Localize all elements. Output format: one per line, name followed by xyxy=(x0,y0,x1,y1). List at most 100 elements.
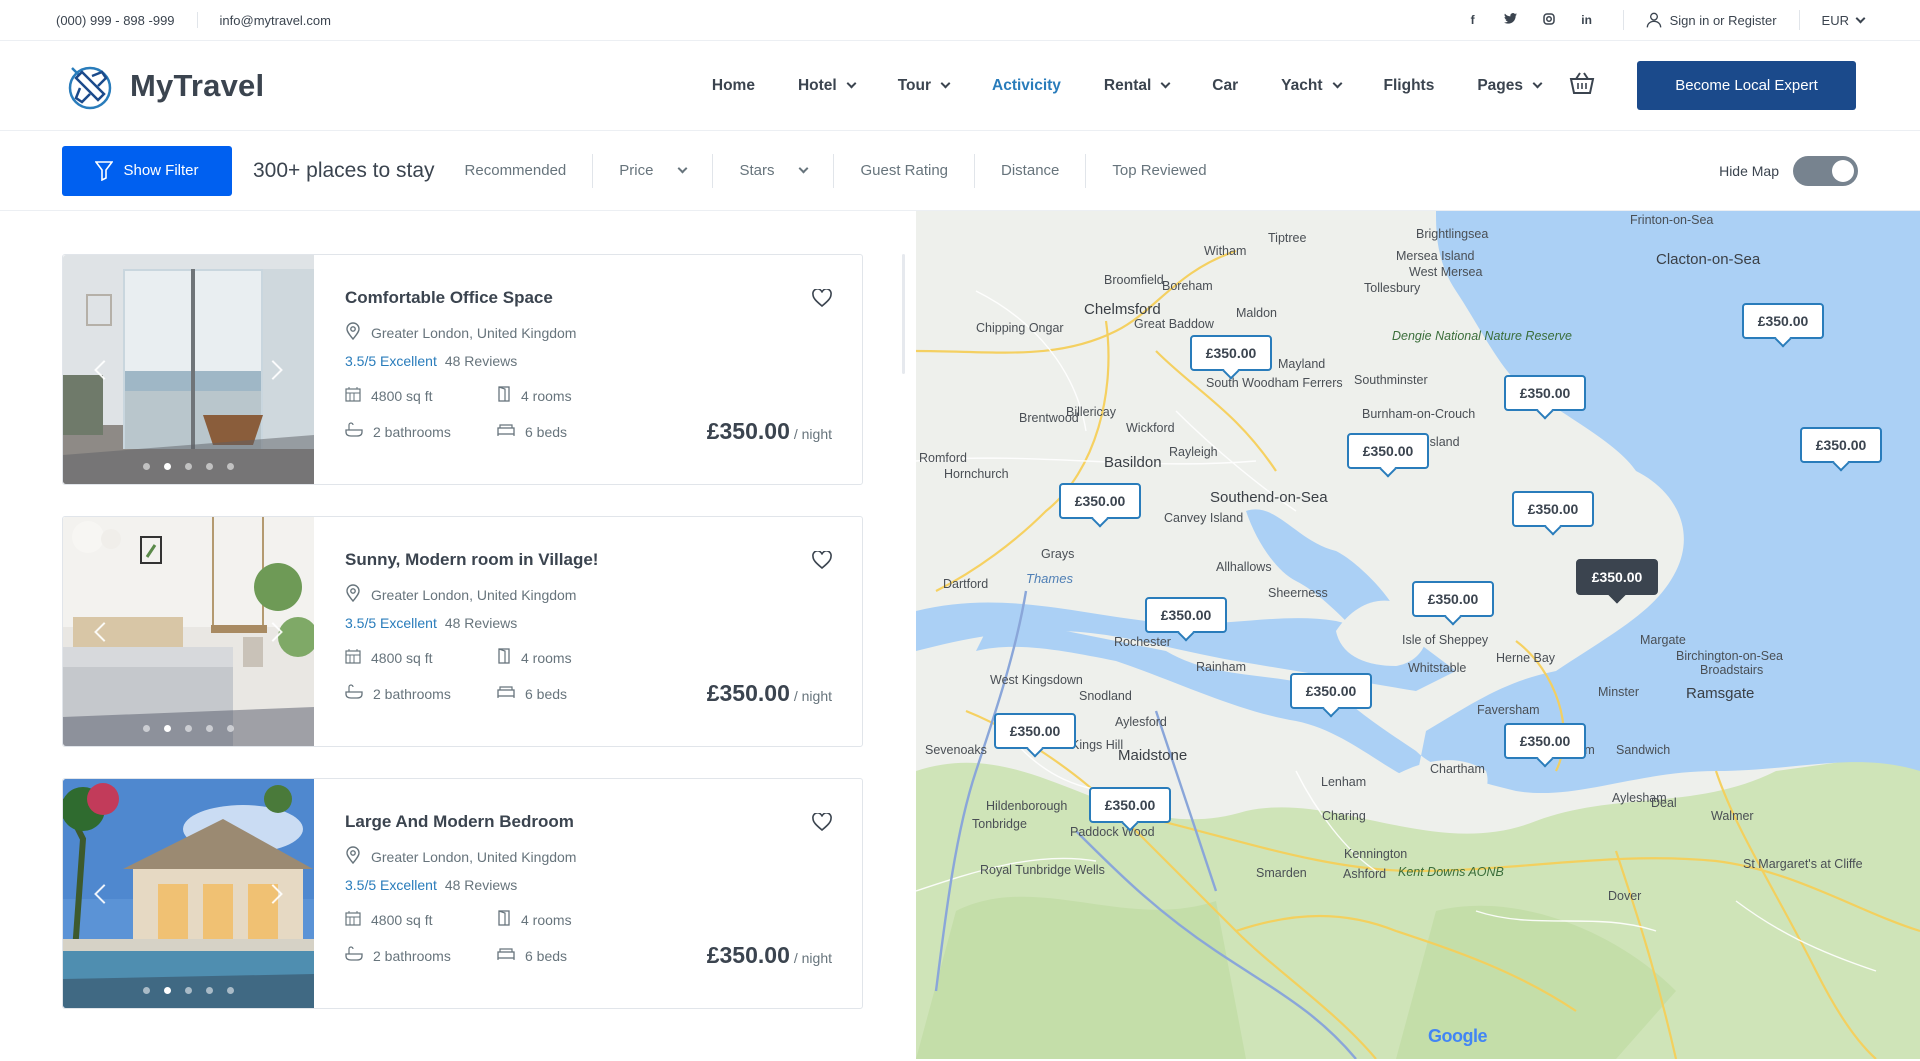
carousel-dot[interactable] xyxy=(143,463,150,470)
nav-item-home[interactable]: Home xyxy=(712,77,755,95)
chevron-down-icon xyxy=(940,78,951,89)
map-place-label: Thames xyxy=(1026,571,1073,586)
carousel-dot[interactable] xyxy=(143,987,150,994)
feature-text: 2 bathrooms xyxy=(373,947,451,964)
cart-icon[interactable] xyxy=(1569,71,1595,100)
phone-number[interactable]: (000) 999 - 898 -999 xyxy=(56,13,175,28)
scrollbar[interactable] xyxy=(902,254,905,374)
listing-photo[interactable] xyxy=(63,779,314,1008)
bath-icon xyxy=(345,422,363,441)
nav-item-car[interactable]: Car xyxy=(1212,77,1238,95)
listing-photo[interactable] xyxy=(63,517,314,746)
area-icon xyxy=(345,648,361,667)
become-local-expert-button[interactable]: Become Local Expert xyxy=(1637,61,1856,110)
map-price-pin[interactable]: £350.00 xyxy=(994,713,1076,749)
map-place-label: Chelmsford xyxy=(1084,301,1161,318)
carousel-dot[interactable] xyxy=(227,725,234,732)
filter-icon xyxy=(95,160,114,181)
feature-text: 6 beds xyxy=(525,947,568,964)
bath-icon xyxy=(345,684,363,703)
listing-rating: 3.5/5 Excellent 48 Reviews xyxy=(345,615,832,631)
sign-in-link[interactable]: Sign in or Register xyxy=(1622,10,1777,30)
map-place-label: Aylesford xyxy=(1115,715,1167,729)
primary-menu: Home Hotel Tour Activicity Rental Car Yacht Fli… xyxy=(669,76,1543,95)
review-count[interactable]: 48 Reviews xyxy=(445,877,517,893)
map-price-pin[interactable]: £350.00 xyxy=(1742,303,1824,339)
feature-text: 6 beds xyxy=(525,423,568,440)
map-price-pin[interactable]: £350.00 xyxy=(1504,723,1586,759)
feature-text: 6 beds xyxy=(525,685,568,702)
heart-icon[interactable] xyxy=(812,550,832,574)
logo[interactable]: MyTravel xyxy=(62,58,264,114)
carousel-dot[interactable] xyxy=(164,463,171,470)
sort-option-distance[interactable]: Distance xyxy=(975,153,1087,188)
toggle-switch[interactable] xyxy=(1793,155,1858,186)
nav-item-pages[interactable]: Pages xyxy=(1477,76,1543,95)
email-address[interactable]: info@mytravel.com xyxy=(220,13,331,28)
listing-info: Large And Modern Bedroom Greater London, … xyxy=(314,779,862,1008)
carousel-dot[interactable] xyxy=(206,987,213,994)
map-place-label: Sevenoaks xyxy=(925,743,987,757)
map-price-pin[interactable]: £350.00 xyxy=(1504,375,1586,411)
map-price-pin[interactable]: £350.00 xyxy=(1059,483,1141,519)
sort-option-recommended[interactable]: Recommended xyxy=(465,153,594,188)
map-price-pin[interactable]: £350.00 xyxy=(1576,559,1658,595)
sort-option-label: Price xyxy=(619,162,654,179)
map-price-pin[interactable]: £350.00 xyxy=(1512,491,1594,527)
currency-select[interactable]: EUR xyxy=(1798,10,1866,30)
map-price-pin[interactable]: £350.00 xyxy=(1412,581,1494,617)
heart-icon[interactable] xyxy=(812,812,832,836)
listing-title[interactable]: Comfortable Office Space xyxy=(345,288,832,308)
listing-card[interactable]: Large And Modern Bedroom Greater London, … xyxy=(62,778,863,1009)
carousel-dot[interactable] xyxy=(206,725,213,732)
listing-card[interactable]: Sunny, Modern room in Village! Greater Lo… xyxy=(62,516,863,747)
facebook-icon[interactable]: f xyxy=(1463,13,1483,27)
carousel-dot[interactable] xyxy=(185,463,192,470)
heart-icon[interactable] xyxy=(812,288,832,312)
review-count[interactable]: 48 Reviews xyxy=(445,615,517,631)
sort-option-price[interactable]: Price xyxy=(593,153,714,188)
carousel-dot[interactable] xyxy=(164,725,171,732)
nav-item-flights[interactable]: Flights xyxy=(1384,77,1435,95)
feature-area: 4800 sq ft xyxy=(345,386,497,405)
sort-option-stars[interactable]: Stars xyxy=(713,153,835,188)
listing-price: £350.00/ night xyxy=(707,680,832,707)
nav-item-label: Pages xyxy=(1477,76,1523,94)
carousel-dot[interactable] xyxy=(164,987,171,994)
twitter-icon[interactable] xyxy=(1501,13,1521,27)
map-price-pin[interactable]: £350.00 xyxy=(1089,787,1171,823)
hide-map-toggle[interactable]: Hide Map xyxy=(1719,155,1858,186)
map-price-pin[interactable]: £350.00 xyxy=(1190,335,1272,371)
listing-photo[interactable] xyxy=(63,255,314,484)
map[interactable]: Chelmsford Southend-on-Sea Basildon Brentwo… xyxy=(916,211,1920,1059)
door-icon xyxy=(497,910,511,929)
nav-item-yacht[interactable]: Yacht xyxy=(1281,77,1342,95)
carousel-dot[interactable] xyxy=(227,987,234,994)
sort-option-guest-rating[interactable]: Guest Rating xyxy=(834,153,976,188)
map-price-pin[interactable]: £350.00 xyxy=(1800,427,1882,463)
listing-title[interactable]: Large And Modern Bedroom xyxy=(345,812,832,832)
map-place-label: Great Baddow xyxy=(1134,317,1214,331)
carousel-dot[interactable] xyxy=(185,987,192,994)
nav-item-activicity[interactable]: Activicity xyxy=(992,77,1061,95)
map-place-label: Kings Hill xyxy=(1071,738,1124,752)
sort-option-top-reviewed[interactable]: Top Reviewed xyxy=(1086,154,1232,188)
review-count[interactable]: 48 Reviews xyxy=(445,353,517,369)
carousel-dot[interactable] xyxy=(206,463,213,470)
linkedin-icon[interactable]: in xyxy=(1577,13,1597,27)
nav-item-tour[interactable]: Tour xyxy=(898,77,951,95)
nav-item-hotel[interactable]: Hotel xyxy=(798,77,857,95)
nav-item-rental[interactable]: Rental xyxy=(1104,77,1171,95)
map-place-label: Romford xyxy=(919,451,967,465)
instagram-icon[interactable] xyxy=(1539,12,1559,28)
listing-title[interactable]: Sunny, Modern room in Village! xyxy=(345,550,832,570)
show-filter-button[interactable]: Show Filter xyxy=(62,145,232,196)
map-price-pin[interactable]: £350.00 xyxy=(1290,673,1372,709)
chevron-down-icon xyxy=(1160,78,1171,89)
map-price-pin[interactable]: £350.00 xyxy=(1145,597,1227,633)
carousel-dot[interactable] xyxy=(227,463,234,470)
carousel-dot[interactable] xyxy=(143,725,150,732)
map-price-pin[interactable]: £350.00 xyxy=(1347,433,1429,469)
carousel-dot[interactable] xyxy=(185,725,192,732)
listing-card[interactable]: Comfortable Office Space Greater London, … xyxy=(62,254,863,485)
